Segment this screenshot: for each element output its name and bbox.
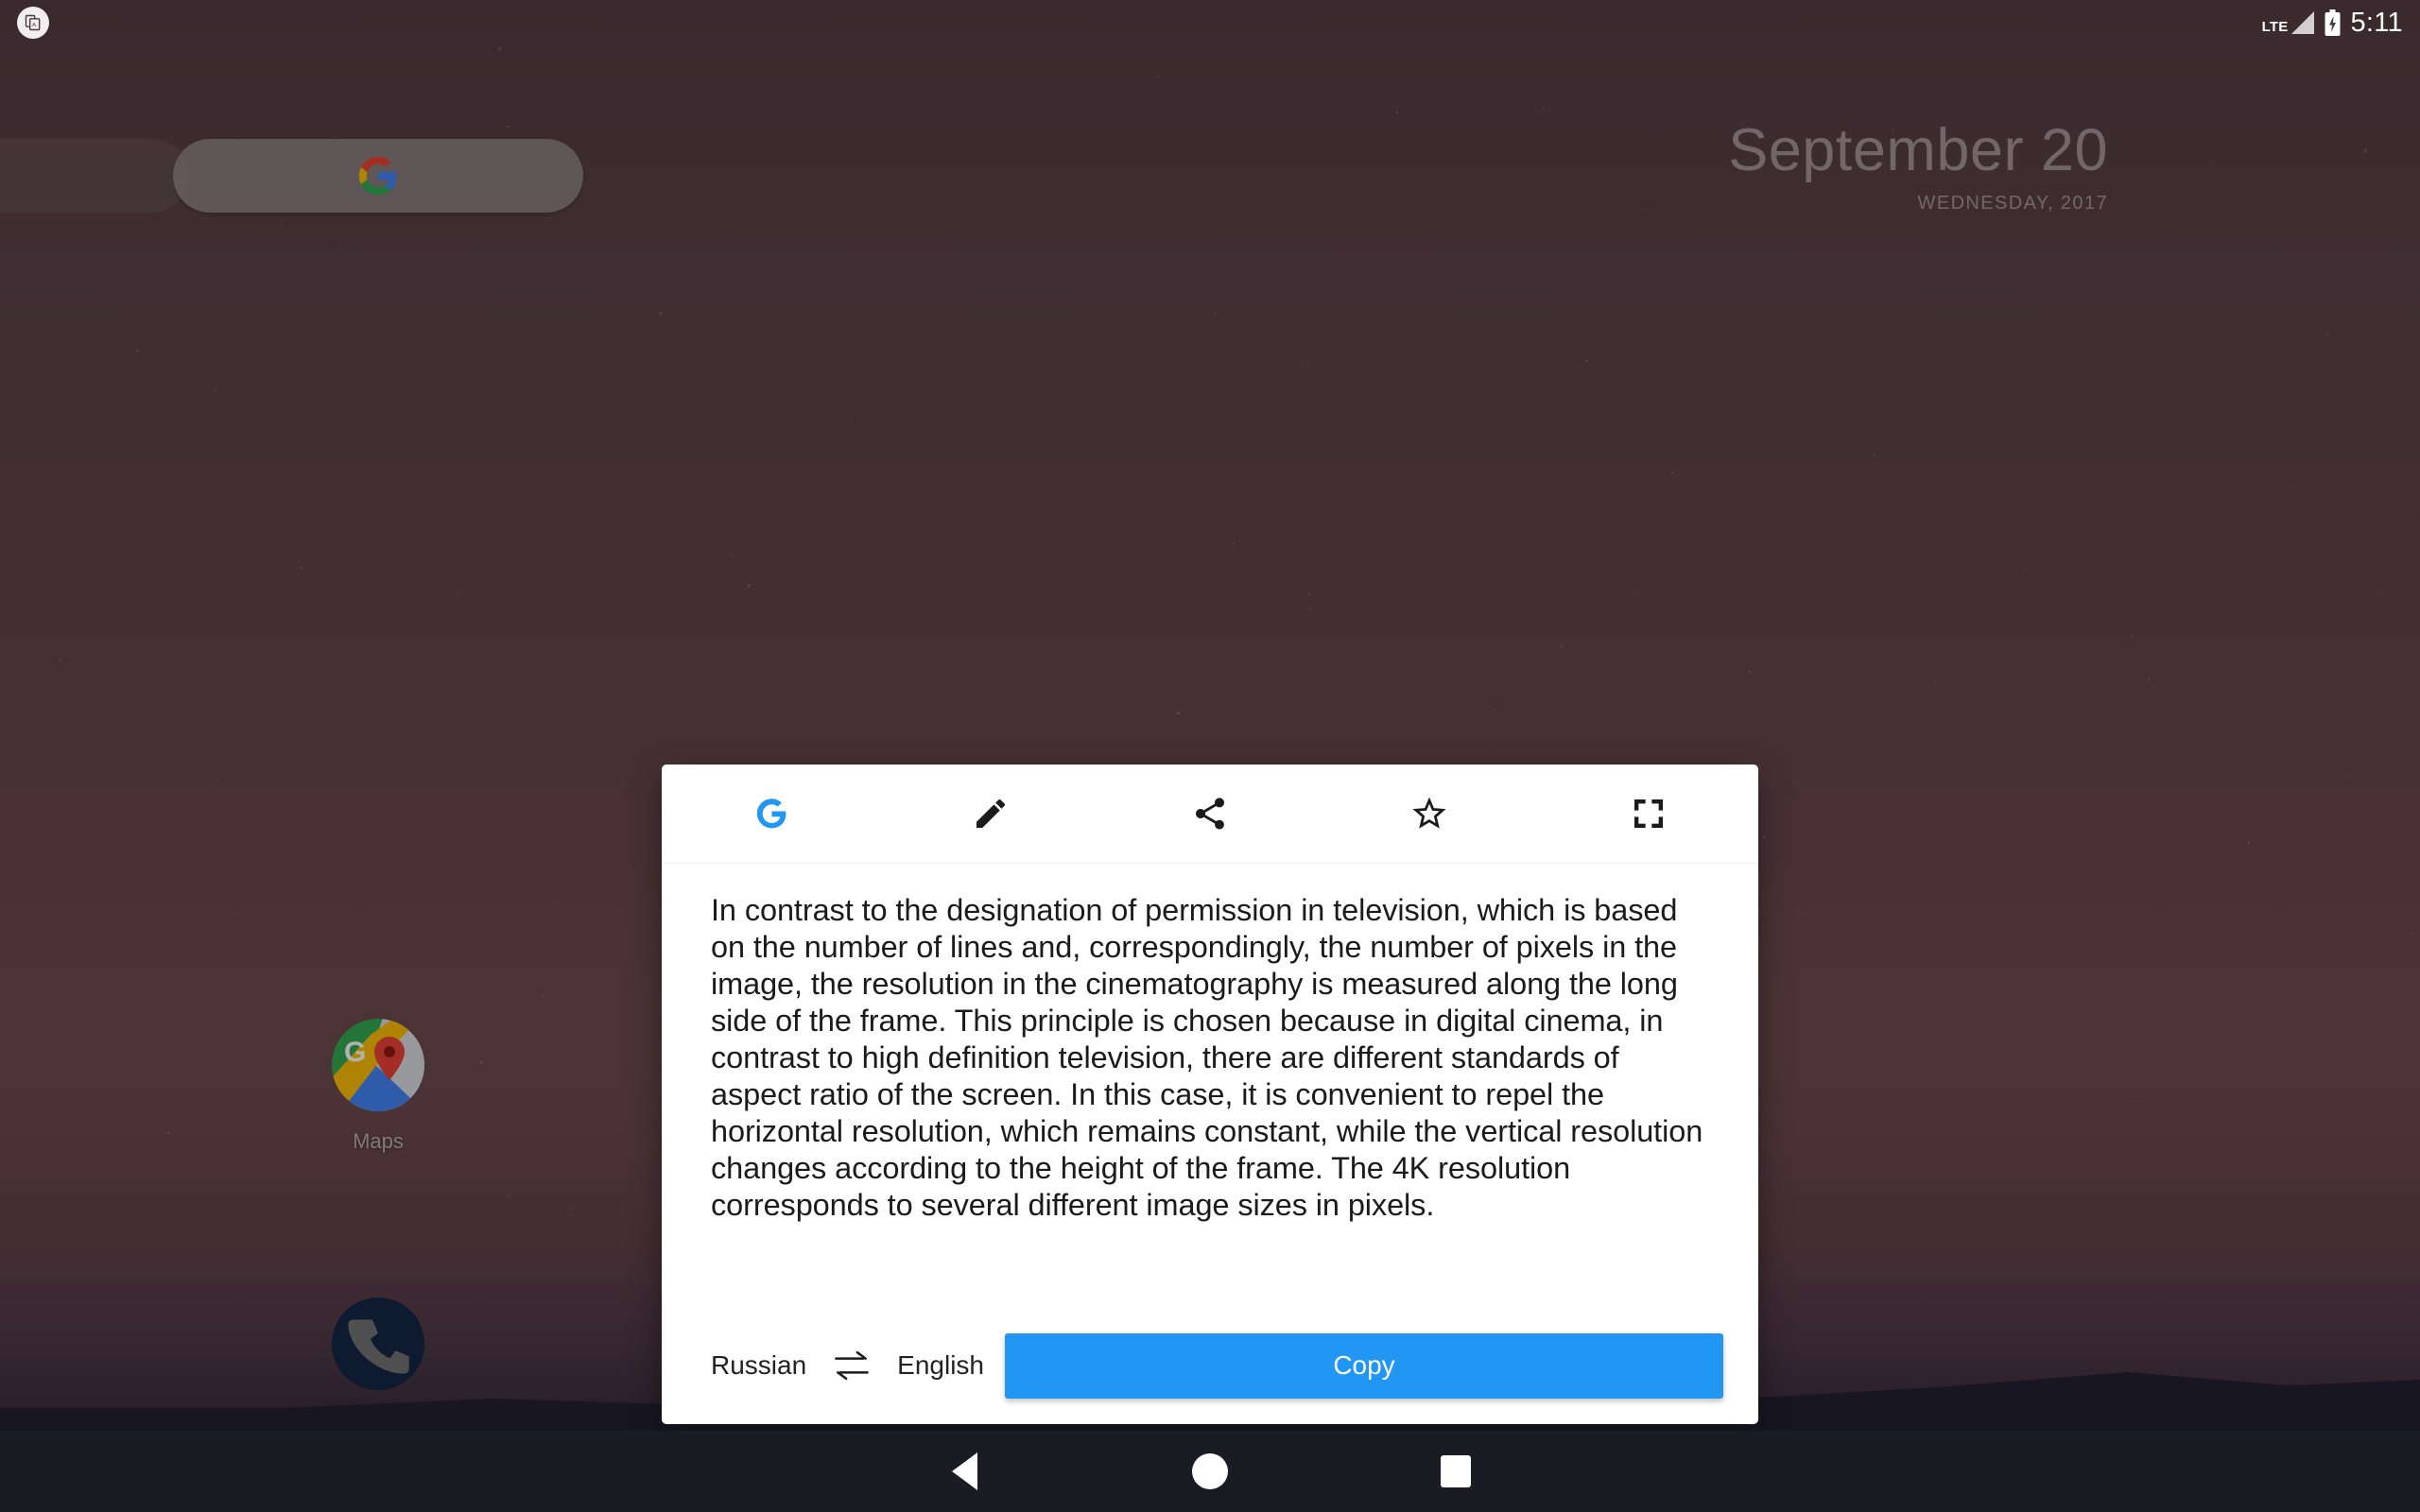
target-language-label[interactable]: English (897, 1350, 984, 1381)
source-language-label[interactable]: Russian (711, 1350, 806, 1381)
pencil-edit-icon (977, 799, 1006, 828)
status-bar-indicators: LTE 5:11 (2262, 8, 2403, 39)
google-g-icon (756, 799, 786, 829)
star-outline-icon (1412, 797, 1446, 829)
battery-charging-icon (2325, 9, 2340, 36)
edit-button[interactable] (881, 765, 1100, 864)
svg-text:A: A (32, 23, 36, 28)
status-bar: A LTE 5:11 (0, 0, 2420, 45)
nav-recents-button[interactable] (1333, 1431, 1579, 1512)
card-footer: Russian English Copy (662, 1307, 1758, 1424)
network-label: LTE (2261, 19, 2289, 35)
translate-copy-icon[interactable]: A (17, 7, 49, 39)
card-toolbar (662, 765, 1758, 864)
swap-languages-button[interactable] (806, 1337, 897, 1394)
share-button[interactable] (1100, 765, 1320, 864)
copy-button[interactable]: Copy (1005, 1332, 1723, 1399)
translate-card: In contrast to the designation of permis… (662, 765, 1758, 1424)
fullscreen-icon (1634, 799, 1663, 828)
card-body: In contrast to the designation of permis… (662, 864, 1758, 1307)
status-bar-notifications: A (17, 7, 49, 39)
home-circle-icon (1192, 1453, 1228, 1489)
navigation-bar (0, 1431, 2420, 1512)
recents-square-icon (1441, 1455, 1471, 1487)
star-button[interactable] (1320, 765, 1539, 864)
nav-back-button[interactable] (841, 1431, 1087, 1512)
translated-text: In contrast to the designation of permis… (711, 893, 1703, 1222)
signal-triangle (2290, 11, 2314, 34)
swap-arrows-icon (835, 1350, 869, 1381)
google-search-button[interactable] (662, 765, 881, 864)
status-bar-clock: 5:11 (2350, 7, 2403, 38)
back-triangle-icon (951, 1452, 977, 1490)
share-icon (1196, 798, 1224, 830)
fullscreen-button[interactable] (1539, 765, 1758, 864)
nav-home-button[interactable] (1087, 1431, 1333, 1512)
signal-bars-icon: LTE (2262, 11, 2314, 34)
